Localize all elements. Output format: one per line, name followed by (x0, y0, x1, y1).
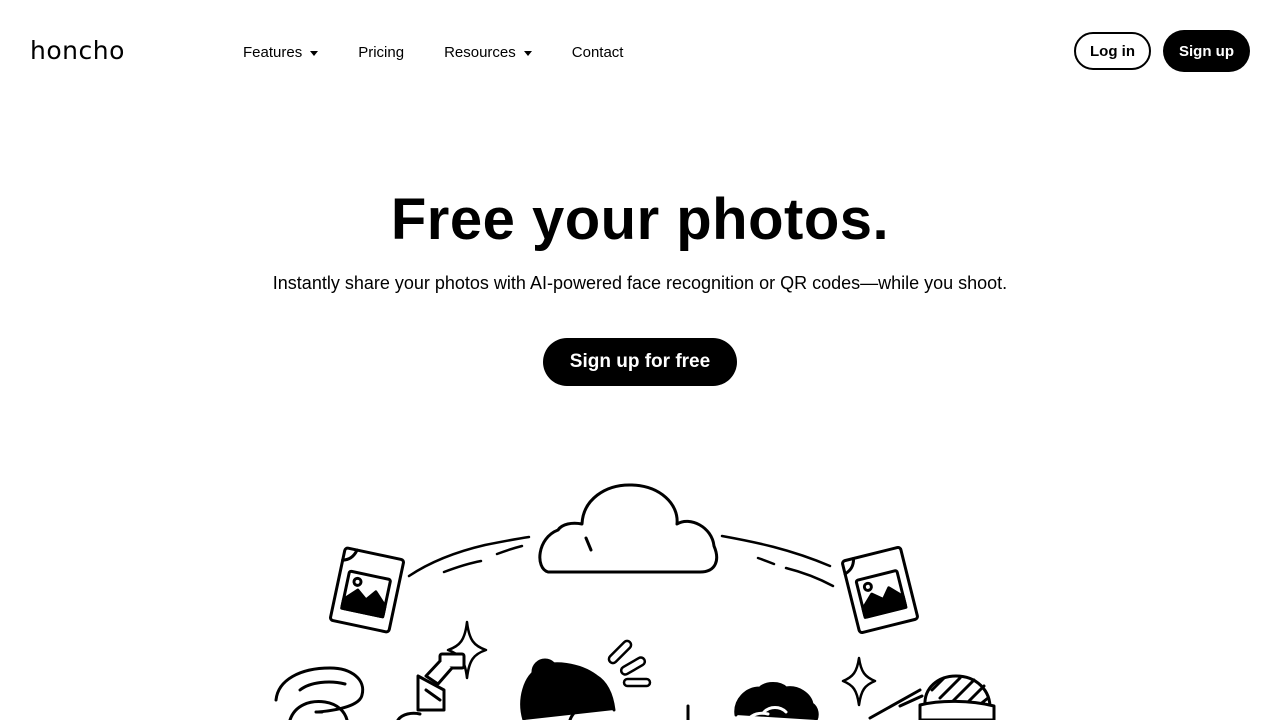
motion-dashes (607, 639, 652, 688)
camera-flash-icon (396, 652, 466, 720)
person-with-beanie (868, 674, 996, 720)
page: honcho Features Pricing Resources Contac… (0, 0, 1280, 720)
person-with-bun (520, 658, 690, 720)
photo-file-icon (329, 546, 405, 634)
sparkle-icon (446, 620, 488, 680)
person-with-curly-hair (734, 682, 819, 720)
person-with-cap (274, 666, 365, 720)
photo-file-icon (841, 545, 919, 635)
cloud-icon (538, 483, 719, 574)
sparkle-icon (841, 656, 877, 707)
hero-illustration (274, 483, 996, 720)
